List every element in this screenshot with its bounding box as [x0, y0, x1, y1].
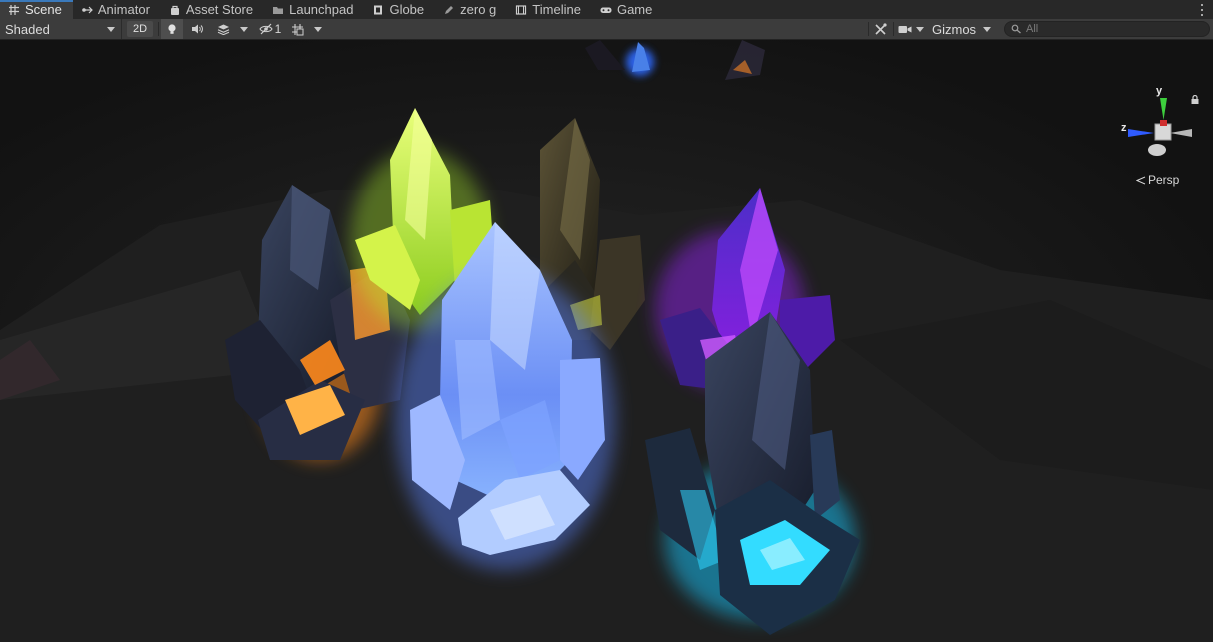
camera-icon	[898, 25, 912, 33]
grid-toggle-button[interactable]	[287, 19, 307, 39]
toggle-2d-button[interactable]: 2D	[127, 21, 153, 37]
lock-icon[interactable]	[1191, 92, 1199, 104]
scene-render	[0, 40, 1213, 642]
axis-gizmo-icon	[1128, 98, 1192, 156]
gizmos-label: Gizmos	[932, 21, 977, 37]
axis-label-z: z	[1121, 122, 1127, 134]
grid-snap-icon	[291, 23, 303, 35]
toggle-2d-label: 2D	[132, 23, 148, 35]
draw-mode-dropdown[interactable]: Shaded	[0, 19, 122, 39]
tab-label: zero g	[460, 2, 497, 17]
scene-toolbar: Shaded 2D 1 Gizmos	[0, 19, 1213, 40]
tab-animator[interactable]: Animator	[73, 0, 161, 19]
tab-zero-g[interactable]: zero g	[435, 0, 507, 19]
hidden-count: 1	[274, 22, 282, 36]
chevron-down-icon	[240, 26, 248, 32]
tab-label: Game	[616, 2, 653, 17]
animator-icon	[81, 4, 93, 16]
tools-button[interactable]	[870, 19, 890, 39]
chevron-down-icon	[107, 27, 115, 32]
gamepad-icon	[600, 4, 612, 16]
scene-viewport[interactable]: y z Persp	[0, 40, 1213, 642]
bag-icon	[169, 4, 181, 16]
perspective-icon	[1136, 176, 1146, 184]
hidden-eye-icon	[259, 23, 273, 35]
toolbar-divider	[868, 22, 869, 36]
toolbar-divider	[158, 22, 159, 36]
tab-asset-store[interactable]: Asset Store	[161, 0, 264, 19]
audio-toggle-button[interactable]	[186, 19, 208, 39]
window-tab-bar: Scene Animator Asset Store Launchpad Glo…	[0, 0, 1213, 19]
tab-label: Animator	[97, 2, 150, 17]
tab-label: Asset Store	[185, 2, 254, 17]
camera-dropdown[interactable]	[914, 19, 926, 39]
tab-globe[interactable]: Globe	[364, 0, 435, 19]
draw-mode-label: Shaded	[5, 21, 50, 37]
projection-label: Persp	[1148, 173, 1180, 187]
chevron-down-icon	[916, 26, 924, 32]
hierarchy-search[interactable]	[1004, 21, 1210, 37]
folder-icon	[272, 4, 284, 16]
grid-icon	[8, 4, 20, 16]
tab-label: Launchpad	[289, 2, 354, 17]
chevron-down-icon	[314, 26, 322, 32]
tab-label: Scene	[25, 2, 62, 17]
tab-timeline[interactable]: Timeline	[507, 0, 592, 19]
effects-dropdown[interactable]	[237, 19, 251, 39]
speaker-icon	[192, 24, 203, 34]
projection-toggle[interactable]: Persp	[1136, 173, 1179, 187]
grid-dropdown[interactable]	[311, 19, 325, 39]
globe-icon	[372, 4, 384, 16]
orientation-gizmo[interactable]: y z	[1116, 85, 1196, 166]
tab-label: Globe	[389, 2, 425, 17]
effects-layers-icon	[217, 24, 229, 35]
tab-launchpad[interactable]: Launchpad	[264, 0, 364, 19]
camera-settings-button[interactable]	[896, 19, 914, 39]
tools-icon	[874, 22, 887, 35]
pencil-icon	[443, 4, 455, 16]
kebab-menu-icon[interactable]	[1197, 2, 1207, 17]
tab-scene[interactable]: Scene	[0, 0, 73, 19]
effects-toggle-button[interactable]	[212, 19, 234, 39]
chevron-down-icon	[983, 27, 991, 32]
lightbulb-icon	[168, 24, 176, 34]
gizmos-dropdown[interactable]: Gizmos	[928, 19, 996, 39]
axis-label-y: y	[1156, 85, 1163, 97]
tab-label: Timeline	[532, 2, 581, 17]
scene-visibility-toggle[interactable]: 1	[256, 19, 284, 39]
search-input[interactable]	[1026, 23, 1206, 35]
tab-game[interactable]: Game	[592, 0, 663, 19]
timeline-icon	[515, 4, 527, 16]
search-icon	[1011, 24, 1021, 34]
toolbar-divider	[893, 22, 894, 36]
lighting-toggle-button[interactable]	[161, 19, 183, 39]
